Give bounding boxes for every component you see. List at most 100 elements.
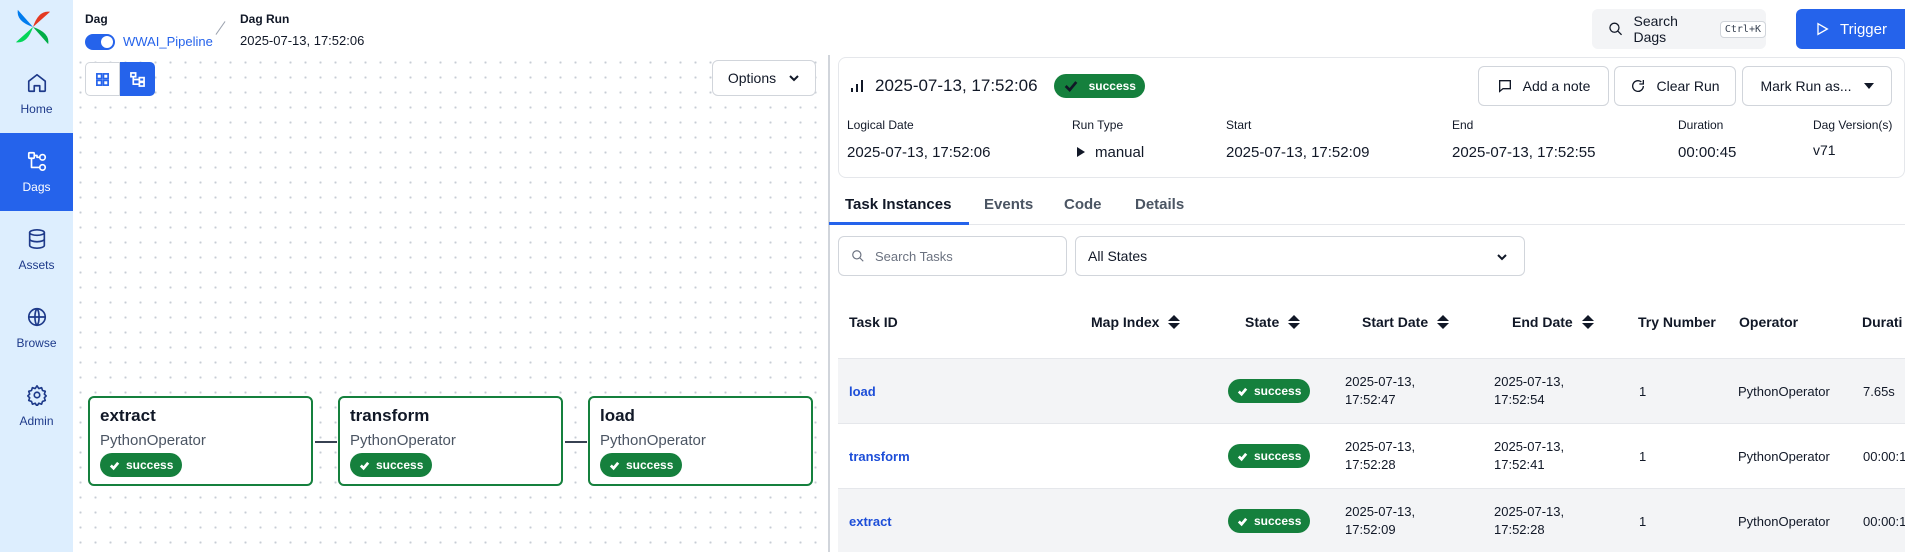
check-icon	[1237, 517, 1248, 526]
column-header-start-date[interactable]: Start Date	[1362, 314, 1450, 330]
refresh-icon	[1632, 80, 1645, 92]
status-badge: success	[1053, 74, 1145, 98]
status-badge: success	[1228, 379, 1311, 403]
column-header-end-date[interactable]: End Date	[1512, 314, 1594, 330]
dag-link[interactable]: WWAI_Pipeline	[123, 34, 213, 49]
duration-cell: 7.65s	[1863, 384, 1895, 399]
sidebar-item-label: Dags	[22, 180, 51, 194]
tab-task-instances[interactable]: Task Instances	[845, 196, 951, 213]
graph-view-button[interactable]	[120, 62, 155, 96]
node-operator: PythonOperator	[100, 432, 206, 449]
table-row: extract success 2025-07-13, 17:52:09 2025…	[838, 488, 1905, 552]
grid-icon	[96, 72, 109, 86]
try-number-cell: 1	[1639, 514, 1647, 529]
column-header-operator[interactable]: Operator	[1739, 314, 1798, 330]
home-icon	[27, 73, 46, 93]
mark-run-as-button[interactable]: Mark Run as...	[1742, 66, 1892, 106]
globe-icon	[27, 307, 46, 327]
graph-node-load[interactable]: load PythonOperator success	[588, 396, 813, 486]
keyboard-shortcut: Ctrl+K	[1719, 20, 1766, 38]
graph-node-extract[interactable]: extract PythonOperator success	[88, 396, 313, 486]
trigger-label: Trigger	[1840, 20, 1887, 38]
run-title: 2025-07-13, 17:52:06 success	[849, 74, 1145, 98]
breadcrumb-separator	[215, 21, 226, 35]
end-date-cell: 2025-07-13, 17:52:54	[1494, 374, 1565, 407]
tab-details[interactable]: Details	[1135, 196, 1184, 213]
meta-end: End 2025-07-13, 17:52:55	[1452, 118, 1596, 161]
sidebar: Home Dags Assets Browse Admin	[0, 0, 73, 552]
search-dags-button[interactable]: Search Dags Ctrl+K	[1592, 9, 1766, 49]
search-icon	[852, 250, 864, 262]
tab-code[interactable]: Code	[1064, 196, 1102, 213]
airflow-logo[interactable]	[14, 8, 52, 46]
search-tasks-field[interactable]	[838, 236, 1067, 276]
gear-icon	[26, 385, 47, 406]
check-icon	[1237, 387, 1248, 396]
trigger-button[interactable]: Trigger	[1796, 9, 1905, 49]
task-id-link[interactable]: transform	[849, 449, 910, 464]
meta-start: Start 2025-07-13, 17:52:09	[1226, 118, 1370, 161]
try-number-cell: 1	[1639, 449, 1647, 464]
sidebar-item-assets[interactable]: Assets	[0, 211, 73, 289]
duration-cell: 00:00:1	[1863, 514, 1905, 529]
meta-duration: Duration 00:00:45	[1678, 118, 1737, 161]
search-icon	[1609, 22, 1623, 36]
sort-icon	[1168, 315, 1181, 329]
sort-icon	[1437, 315, 1450, 329]
start-date-cell: 2025-07-13, 17:52:47	[1345, 374, 1416, 407]
column-header-map-index[interactable]: Map Index	[1091, 314, 1181, 330]
run-title-text: 2025-07-13, 17:52:06	[875, 76, 1038, 95]
view-toggle	[85, 62, 155, 96]
caret-down-icon	[1863, 83, 1874, 89]
state-cell: success	[1228, 509, 1311, 533]
graph-node-transform[interactable]: transform PythonOperator success	[338, 396, 563, 486]
sidebar-item-admin[interactable]: Admin	[0, 367, 73, 445]
breadcrumb-run-value: 2025-07-13, 17:52:06	[240, 33, 365, 48]
end-date-cell: 2025-07-13, 17:52:28	[1494, 504, 1565, 537]
state-filter-select[interactable]: All States	[1075, 236, 1525, 276]
options-button[interactable]: Options	[712, 60, 816, 96]
options-label: Options	[727, 70, 777, 86]
status-badge: success	[1228, 444, 1311, 468]
sidebar-item-dags[interactable]: Dags	[0, 133, 73, 211]
play-icon	[1817, 22, 1829, 36]
try-number-cell: 1	[1639, 384, 1647, 399]
column-header-duration[interactable]: Durati	[1862, 314, 1902, 330]
clear-run-button[interactable]: Clear Run	[1614, 66, 1736, 106]
sidebar-item-browse[interactable]: Browse	[0, 289, 73, 367]
panel-divider[interactable]	[828, 55, 830, 552]
column-header-state[interactable]: State	[1245, 314, 1301, 330]
dag-icon	[27, 151, 46, 171]
grid-view-button[interactable]	[85, 62, 120, 96]
breadcrumb-dag-title: Dag	[85, 12, 108, 26]
operator-cell: PythonOperator	[1738, 514, 1830, 529]
state-cell: success	[1228, 444, 1311, 468]
column-header-try-number[interactable]: Try Number	[1638, 314, 1716, 330]
tab-events[interactable]: Events	[984, 196, 1033, 213]
database-icon	[28, 229, 45, 249]
chevron-down-icon	[1497, 254, 1507, 261]
node-operator: PythonOperator	[600, 432, 706, 449]
node-name: load	[600, 406, 635, 425]
meta-logical-date: Logical Date 2025-07-13, 17:52:06	[847, 118, 991, 161]
task-id-link[interactable]: load	[849, 384, 876, 399]
dag-version-link[interactable]: v71	[1813, 142, 1892, 158]
graph-edge	[565, 441, 587, 443]
breadcrumb-run-title: Dag Run	[240, 12, 290, 26]
column-header-task-id[interactable]: Task ID	[849, 314, 898, 330]
dag-pause-toggle[interactable]	[85, 33, 115, 50]
task-id-link[interactable]: extract	[849, 514, 892, 529]
node-operator: PythonOperator	[350, 432, 456, 449]
sidebar-item-label: Home	[20, 102, 53, 116]
meta-dag-version: Dag Version(s) v71	[1813, 118, 1893, 158]
duration-cell: 00:00:1	[1863, 449, 1905, 464]
add-note-button[interactable]: Add a note	[1478, 66, 1609, 106]
node-name: transform	[350, 406, 430, 425]
sidebar-item-home[interactable]: Home	[0, 55, 73, 133]
play-icon	[1077, 147, 1085, 157]
table-row: transform success 2025-07-13, 17:52:28 20…	[838, 423, 1905, 488]
graph-edge	[315, 441, 337, 443]
breadcrumb-dag: Dag WWAI_Pipeline	[85, 12, 213, 50]
search-tasks-input[interactable]	[875, 248, 1055, 264]
check-icon	[1237, 452, 1248, 461]
